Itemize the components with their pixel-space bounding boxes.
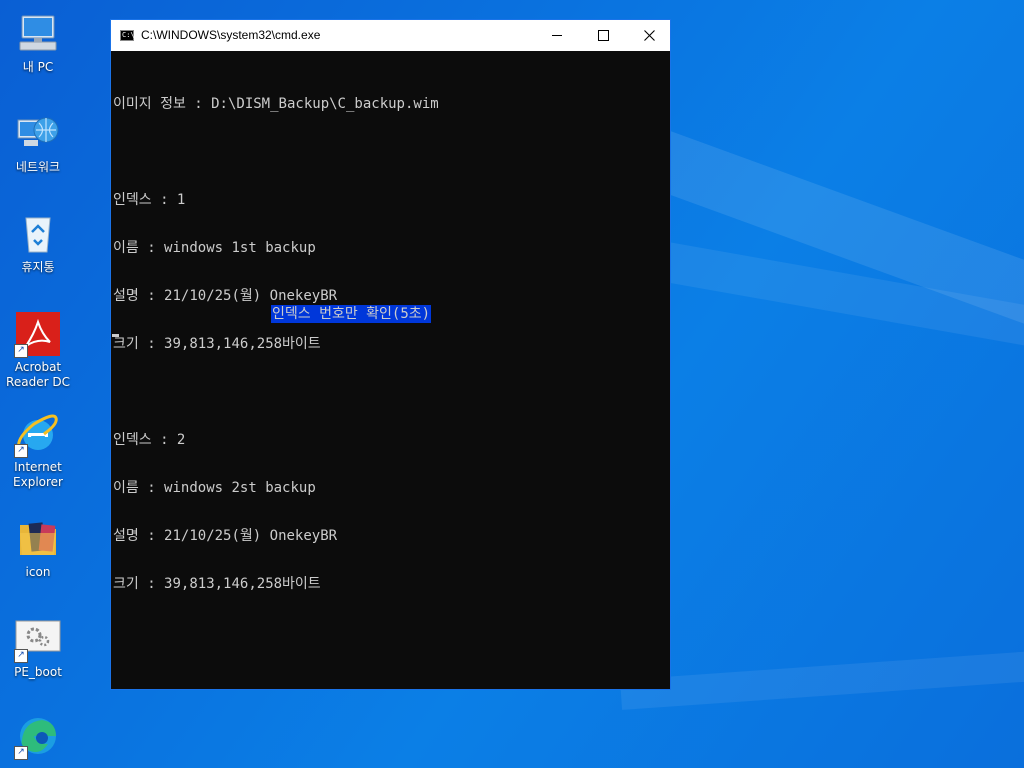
desktop-icon-label: 내 PC xyxy=(22,60,54,74)
shortcut-arrow-icon: ↗ xyxy=(14,444,28,458)
console-entry-desc: 설명 : 21/10/25(월) OnekeyBR xyxy=(113,288,338,304)
maximize-button[interactable] xyxy=(580,20,626,51)
desktop-icon-label: Internet Explorer xyxy=(13,460,63,489)
console-entry-size: 크기 : 39,813,146,258바이트 xyxy=(113,576,321,592)
maximize-icon xyxy=(597,30,609,41)
desktop-icon-label: 네트워크 xyxy=(15,160,61,174)
recycle-bin-icon xyxy=(14,210,62,258)
desktop-icon-network[interactable]: 네트워크 xyxy=(0,110,76,175)
cmd-app-icon: C:\ xyxy=(120,30,135,41)
desktop-icon-acrobat[interactable]: ↗ Acrobat Reader DC xyxy=(0,310,76,390)
folder-icon xyxy=(14,515,62,563)
desktop-icon-label: icon xyxy=(25,565,51,579)
console-entry-desc: 설명 : 21/10/25(월) OnekeyBR xyxy=(113,528,338,544)
shortcut-arrow-icon: ↗ xyxy=(14,344,28,358)
minimize-button[interactable] xyxy=(534,20,580,51)
desktop: 내 PC 네트워크 휴지통 ↗ Acrobat Reader DC ↗ Inte… xyxy=(0,0,1024,768)
console-entry-name: 이름 : windows 2st backup xyxy=(113,480,316,496)
network-globe-icon xyxy=(14,110,62,158)
shortcut-arrow-icon: ↗ xyxy=(14,746,28,760)
desktop-icon-folder[interactable]: icon xyxy=(0,515,76,580)
close-icon xyxy=(643,30,655,41)
desktop-icon-my-pc[interactable]: 내 PC xyxy=(0,10,76,75)
desktop-icon-label: Acrobat Reader DC xyxy=(6,360,70,389)
console-cursor xyxy=(112,334,119,337)
console-output: 이미지 정보 : D:\DISM_Backup\C_backup.wim 인덱스… xyxy=(113,64,439,624)
console-entry-index: 인덱스 : 1 xyxy=(113,192,186,208)
minimize-icon xyxy=(552,35,562,36)
cmd-window[interactable]: C:\ C:\WINDOWS\system32\cmd.exe 이미지 정보 :… xyxy=(110,19,671,690)
desktop-icon-recycle-bin[interactable]: 휴지통 xyxy=(0,210,76,275)
console-entry-index: 인덱스 : 2 xyxy=(113,432,186,448)
desktop-icon-internet-explorer[interactable]: ↗ Internet Explorer xyxy=(0,410,76,490)
edge-icon: ↗ xyxy=(14,712,62,760)
computer-icon xyxy=(14,10,62,58)
shortcut-arrow-icon: ↗ xyxy=(14,649,28,663)
settings-gears-icon: ↗ xyxy=(14,615,62,663)
window-titlebar[interactable]: C:\ C:\WINDOWS\system32\cmd.exe xyxy=(111,20,670,51)
desktop-icon-label: 휴지통 xyxy=(21,260,55,274)
desktop-icon-edge[interactable]: ↗ xyxy=(0,712,76,762)
console-entry-size: 크기 : 39,813,146,258바이트 xyxy=(113,336,321,352)
close-button[interactable] xyxy=(626,20,672,51)
console-highlight-message: 인덱스 번호만 확인(5초) xyxy=(271,305,432,323)
internet-explorer-icon: ↗ xyxy=(14,410,62,458)
desktop-icon-label: PE_boot xyxy=(14,665,62,679)
acrobat-icon: ↗ xyxy=(14,310,62,358)
window-title: C:\WINDOWS\system32\cmd.exe xyxy=(141,28,321,42)
desktop-icon-pe-boot[interactable]: ↗ PE_boot xyxy=(0,615,76,680)
wallpaper-ray xyxy=(620,631,1024,710)
console-image-info: 이미지 정보 : D:\DISM_Backup\C_backup.wim xyxy=(113,96,439,112)
console-entry-name: 이름 : windows 1st backup xyxy=(113,240,316,256)
